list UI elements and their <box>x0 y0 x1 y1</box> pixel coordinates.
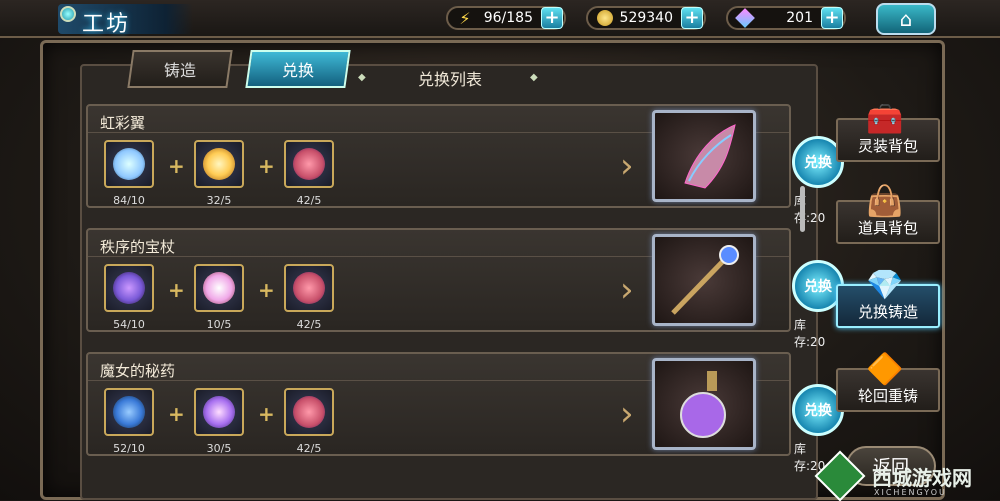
stock-label: 库存:20 <box>794 194 826 225</box>
plus-icon: + <box>258 402 275 426</box>
crystal-counter: 201 + <box>726 6 846 30</box>
chest-icon: 🧰 <box>866 102 904 137</box>
plus-icon: + <box>258 154 275 178</box>
page-title: 工坊 <box>82 12 131 37</box>
material-count: 10/5 <box>206 318 232 331</box>
recipe-row: 虹彩翼 84/10 + 32/5 + 42/5 › 兑换 库存:20 <box>86 104 844 225</box>
gem-icon: 🔶 <box>866 352 904 387</box>
watermark-logo-icon <box>814 450 866 501</box>
plus-icon: + <box>168 278 185 302</box>
product-wing[interactable] <box>652 110 756 202</box>
scrollbar-thumb[interactable] <box>800 186 805 232</box>
arrow-right-icon: › <box>620 270 634 310</box>
sidebar-item-label: 兑换铸造 <box>857 303 918 321</box>
diamond-ornament-icon: ◆ <box>530 72 538 83</box>
wing-icon <box>684 124 736 189</box>
tab-exchange[interactable]: 兑换 <box>245 50 351 88</box>
recipe-row: 魔女的秘药 52/10 + 30/5 + 42/5 › 兑换 库存:20 <box>86 352 844 473</box>
sidebar-item-item-bag[interactable]: 👜 道具背包 <box>836 184 940 244</box>
add-stamina-button[interactable]: + <box>541 7 563 29</box>
recipe-row: 秩序的宝杖 54/10 + 10/5 + 42/5 › 兑换 库存:20 <box>86 228 844 349</box>
crystal-icon: 💎 <box>866 268 904 303</box>
material-count: 42/5 <box>296 318 322 331</box>
sidebar-item-reforge[interactable]: 🔶 轮回重铸 <box>836 352 940 412</box>
material-count: 42/5 <box>296 442 322 455</box>
recipe-name: 秩序的宝杖 <box>100 238 176 256</box>
material-slot[interactable] <box>194 264 244 312</box>
emblem-icon <box>293 396 325 428</box>
material-count: 52/10 <box>113 442 145 455</box>
arrow-right-icon: › <box>620 394 634 434</box>
plus-icon: + <box>258 278 275 302</box>
home-icon: ⌂ <box>899 7 913 31</box>
bag-icon: 👜 <box>866 184 904 219</box>
material-slot[interactable] <box>194 388 244 436</box>
material-count: 54/10 <box>113 318 145 331</box>
crystal-value: 201 <box>786 10 813 26</box>
watermark-text: 西城游戏网 <box>872 465 972 490</box>
stamina-counter: ⚡ 96/185 + <box>446 6 566 30</box>
product-staff[interactable] <box>652 234 756 326</box>
potion-icon <box>680 371 726 438</box>
sidebar-item-exchange-forge[interactable]: 💎 兑换铸造 <box>836 268 940 328</box>
add-crystal-button[interactable]: + <box>821 7 843 29</box>
product-potion[interactable] <box>652 358 756 450</box>
material-count: 30/5 <box>206 442 232 455</box>
feather-icon <box>113 148 145 180</box>
arrow-right-icon: › <box>620 146 634 186</box>
material-slot[interactable] <box>104 140 154 188</box>
material-slot[interactable] <box>284 388 334 436</box>
plus-icon: + <box>168 154 185 178</box>
material-count: 84/10 <box>113 194 145 207</box>
orb-icon <box>203 148 235 180</box>
sidebar-item-label: 轮回重铸 <box>857 387 918 405</box>
sidebar-item-spirit-bag[interactable]: 🧰 灵装背包 <box>836 102 940 162</box>
add-gold-button[interactable]: + <box>681 7 703 29</box>
watermark: 西城游戏网 XICHENGYOU <box>800 450 1000 501</box>
home-button[interactable]: ⌂ <box>876 3 936 35</box>
material-count: 32/5 <box>206 194 232 207</box>
list-title: 兑换列表 <box>417 70 482 89</box>
emblem-icon <box>293 272 325 304</box>
violet-orb-icon <box>203 396 235 428</box>
emblem-icon <box>293 148 325 180</box>
material-slot[interactable] <box>284 264 334 312</box>
tab-forge-label: 铸造 <box>163 61 196 80</box>
gold-coin-icon <box>594 7 616 29</box>
crystal-icon <box>734 7 756 29</box>
tab-exchange-label: 兑换 <box>281 61 314 80</box>
material-slot[interactable] <box>104 264 154 312</box>
tab-forge[interactable]: 铸造 <box>127 50 233 88</box>
title-gem-icon <box>60 6 76 22</box>
recipe-name: 魔女的秘药 <box>100 362 176 380</box>
sidebar-item-label: 灵装背包 <box>857 137 918 155</box>
stock-label: 库存:20 <box>794 318 826 349</box>
gold-value: 529340 <box>619 10 673 26</box>
material-slot[interactable] <box>284 140 334 188</box>
sidebar-item-label: 道具背包 <box>857 219 918 237</box>
gold-counter: 529340 + <box>586 6 706 30</box>
material-count: 42/5 <box>296 194 322 207</box>
watermark-sub: XICHENGYOU <box>874 488 947 497</box>
material-slot[interactable] <box>104 388 154 436</box>
stamina-value: 96/185 <box>483 10 533 26</box>
staff-icon <box>671 245 739 315</box>
plus-icon: + <box>168 402 185 426</box>
material-slot[interactable] <box>194 140 244 188</box>
rune-orb-icon <box>113 272 145 304</box>
recipe-name: 虹彩翼 <box>100 114 146 132</box>
swirl-icon <box>113 396 145 428</box>
pearl-icon <box>203 272 235 304</box>
lightning-icon: ⚡ <box>459 8 471 28</box>
